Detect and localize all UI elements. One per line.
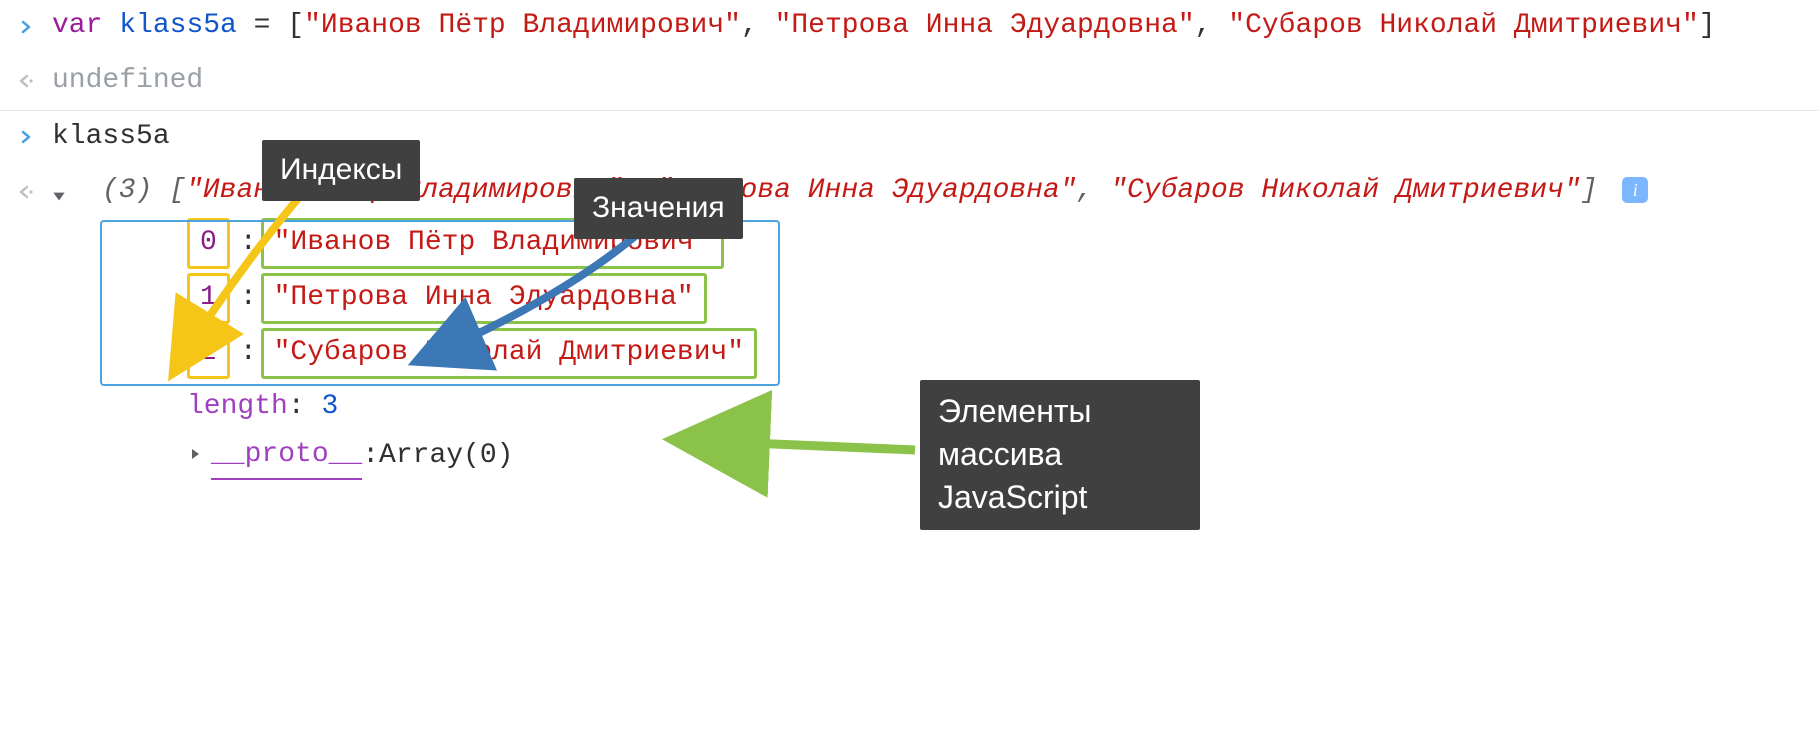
prompt-icon — [6, 115, 46, 162]
bracket-open: [ — [287, 10, 304, 41]
keyword-var: var — [52, 10, 102, 41]
result-icon — [6, 169, 46, 216]
code-line: var klass5a = ["Иванов Пётр Владимирович… — [46, 4, 1809, 49]
annotation-elements: Элементы массива JavaScript — [920, 380, 1200, 530]
length-label: length — [187, 391, 288, 422]
colon: : — [362, 434, 379, 479]
array-element-1[interactable]: 1: "Петрова Инна Эдуардовна" — [187, 273, 1809, 324]
equals: = — [237, 10, 287, 41]
value-1: "Петрова Инна Эдуардовна" — [261, 273, 707, 324]
identifier: klass5a — [119, 10, 237, 41]
length-value: 3 — [321, 391, 338, 422]
console-input-1: var klass5a = ["Иванов Пётр Владимирович… — [0, 0, 1819, 55]
info-icon[interactable]: i — [1622, 177, 1648, 203]
bracket-close: ] — [1699, 10, 1716, 41]
undefined-value: undefined — [52, 65, 203, 96]
colon: : — [236, 276, 261, 321]
identifier: klass5a — [52, 121, 170, 152]
bracket-close: ] — [1581, 175, 1598, 206]
index-1: 1 — [187, 273, 230, 324]
comma: , — [741, 10, 775, 41]
comma: , — [1195, 10, 1229, 41]
index-2: 2 — [187, 328, 230, 379]
result-icon — [6, 59, 46, 106]
index-0: 0 — [187, 218, 230, 269]
colon: : — [236, 331, 261, 376]
string-literal: "Иванов Пётр Владимирович" — [304, 10, 741, 41]
prompt-icon — [6, 4, 46, 51]
proto-label: __proto__ — [211, 433, 362, 480]
disclosure-triangle-right[interactable] — [187, 434, 203, 479]
comma: , — [1077, 175, 1111, 206]
console-output-2: (3) ["Иванов Пётр Владимирович", "Петров… — [0, 165, 1819, 486]
array-element-0[interactable]: 0: "Иванов Пётр Владимирович" — [187, 218, 1809, 269]
proto-value: Array(0) — [379, 434, 513, 479]
array-count: (3) — [102, 175, 169, 206]
colon: : — [288, 391, 322, 422]
console-output-1: undefined — [0, 55, 1819, 111]
array-element-2[interactable]: 2: "Субаров Николай Дмитриевич" — [187, 328, 1809, 379]
bracket-open: [ — [169, 175, 186, 206]
annotation-indexes: Индексы — [262, 140, 420, 201]
string-literal: "Петрова Инна Эдуардовна" — [775, 10, 1195, 41]
annotation-values: Значения — [574, 178, 743, 239]
disclosure-triangle-down[interactable] — [50, 177, 68, 222]
colon: : — [236, 221, 261, 266]
value-2: "Субаров Николай Дмитриевич" — [261, 328, 757, 379]
string-literal: "Субаров Николай Дмитриевич" — [1110, 175, 1580, 206]
string-literal: "Субаров Николай Дмитриевич" — [1228, 10, 1698, 41]
